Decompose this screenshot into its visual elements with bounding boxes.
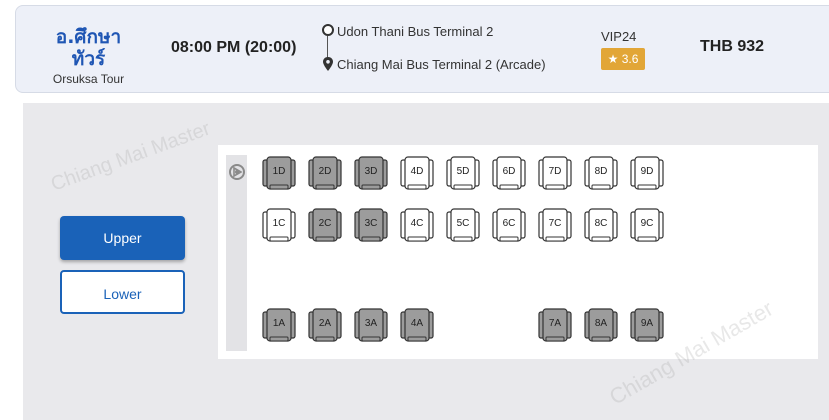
- seat-label: 1A: [272, 318, 286, 329]
- upper-deck-button[interactable]: Upper: [60, 216, 185, 260]
- origin-terminal: Udon Thani Bus Terminal 2: [337, 24, 494, 39]
- seat-6c[interactable]: 6C: [491, 207, 527, 243]
- route-line: [327, 36, 328, 58]
- seat-3d[interactable]: 3D: [353, 155, 389, 191]
- seat-label: 8A: [594, 318, 608, 329]
- seat-1d[interactable]: 1D: [261, 155, 297, 191]
- seat-label: 2C: [318, 218, 332, 229]
- seat-label: 6D: [502, 166, 516, 177]
- seat-9c[interactable]: 9C: [629, 207, 665, 243]
- origin-pin-icon: [322, 24, 334, 36]
- seat-label: 5C: [456, 218, 470, 229]
- seat-5d[interactable]: 5D: [445, 155, 481, 191]
- seat-7c[interactable]: 7C: [537, 207, 573, 243]
- seat-7d[interactable]: 7D: [537, 155, 573, 191]
- seat-label: 2D: [318, 166, 332, 177]
- seat-label: 9C: [640, 218, 654, 229]
- watermark: Chiang Mai Master: [48, 117, 214, 196]
- seat-4a[interactable]: 4A: [399, 307, 435, 343]
- rating-badge: ★ 3.6: [601, 48, 645, 70]
- seat-label: 3A: [364, 318, 378, 329]
- seat-label: 6C: [502, 218, 516, 229]
- seat-2d[interactable]: 2D: [307, 155, 343, 191]
- seat-label: 7C: [548, 218, 562, 229]
- seat-6d[interactable]: 6D: [491, 155, 527, 191]
- seat-label: 4D: [410, 166, 424, 177]
- seat-label: 7A: [548, 318, 562, 329]
- seat-label: 7D: [548, 166, 562, 177]
- seat-1a[interactable]: 1A: [261, 307, 297, 343]
- seat-3a[interactable]: 3A: [353, 307, 389, 343]
- lower-deck-button[interactable]: Lower: [60, 270, 185, 314]
- seat-label: 8D: [594, 166, 608, 177]
- seat-1c[interactable]: 1C: [261, 207, 297, 243]
- seat-label: 3D: [364, 166, 378, 177]
- seat-label: 1C: [272, 218, 286, 229]
- seat-label: 4A: [410, 318, 424, 329]
- operator-logo: อ.ศึกษาทัวร์ Orsuksa Tour: [46, 26, 131, 86]
- trip-summary-card: อ.ศึกษาทัวร์ Orsuksa Tour 08:00 PM (20:0…: [15, 5, 829, 93]
- seat-9d[interactable]: 9D: [629, 155, 665, 191]
- seat-2a[interactable]: 2A: [307, 307, 343, 343]
- seat-8d[interactable]: 8D: [583, 155, 619, 191]
- seat-9a[interactable]: 9A: [629, 307, 665, 343]
- destination-terminal: Chiang Mai Bus Terminal 2 (Arcade): [337, 57, 546, 72]
- seat-label: 2A: [318, 318, 332, 329]
- seat-8a[interactable]: 8A: [583, 307, 619, 343]
- seat-5c[interactable]: 5C: [445, 207, 481, 243]
- seat-label: 5D: [456, 166, 470, 177]
- seat-8c[interactable]: 8C: [583, 207, 619, 243]
- departure-time: 08:00 PM (20:00): [171, 39, 297, 56]
- operator-logo-text: อ.ศึกษาทัวร์: [55, 26, 122, 70]
- seat-4c[interactable]: 4C: [399, 207, 435, 243]
- seat-label: 4C: [410, 218, 424, 229]
- seat-4d[interactable]: 4D: [399, 155, 435, 191]
- destination-pin-icon: [323, 57, 333, 71]
- seat-map: 1D 2D 3D 4D 5D 6D 7D 8D 9D 1C 2C 3C 4C 5C 6C 7C 8C 9C 1A 2A…: [218, 145, 818, 359]
- price: THB 932: [700, 38, 765, 55]
- rating-value: 3.6: [621, 52, 639, 66]
- seat-label: 8C: [594, 218, 608, 229]
- seat-label: 1D: [272, 166, 286, 177]
- steering-wheel-icon: [229, 164, 245, 180]
- seat-label: 9A: [640, 318, 654, 329]
- seat-2c[interactable]: 2C: [307, 207, 343, 243]
- star-icon: ★: [607, 52, 619, 66]
- seat-selection-panel: Upper Lower 1D 2D 3D 4D 5D 6D 7D 8D 9D 1C 2C 3C 4C 5C…: [23, 103, 829, 420]
- seat-3c[interactable]: 3C: [353, 207, 389, 243]
- bus-class: VIP24: [601, 29, 637, 44]
- seat-label: 9D: [640, 166, 654, 177]
- driver-area: [226, 155, 247, 351]
- seat-7a[interactable]: 7A: [537, 307, 573, 343]
- operator-name: Orsuksa Tour: [52, 72, 125, 86]
- seat-label: 3C: [364, 218, 378, 229]
